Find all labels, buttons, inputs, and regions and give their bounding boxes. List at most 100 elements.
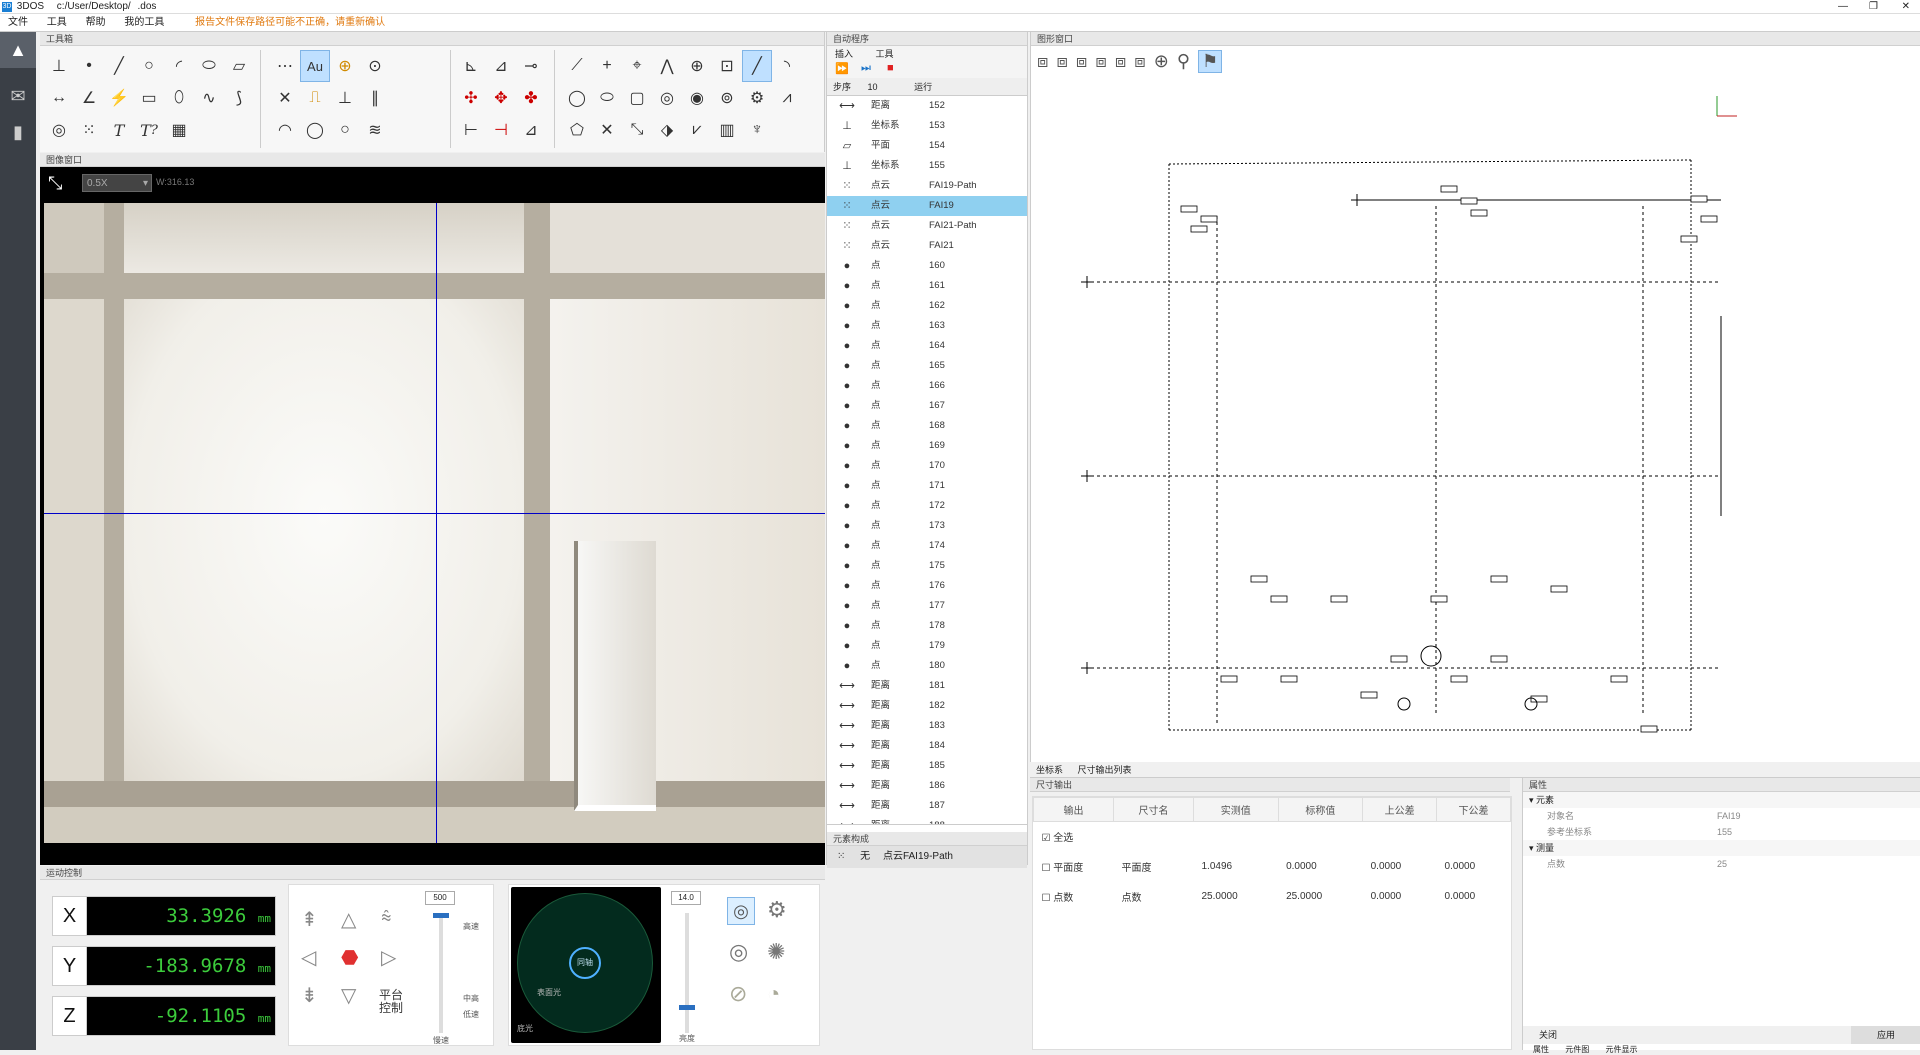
list-item[interactable]: ⟷距离188 bbox=[827, 816, 1027, 824]
row-checkbox[interactable]: ☐ 点数 bbox=[1034, 882, 1114, 912]
edge-icon[interactable]: ⎍ bbox=[300, 82, 330, 114]
list-item[interactable]: ● 点 166 bbox=[827, 376, 1027, 396]
menu-mytools[interactable]: 我的工具 bbox=[116, 14, 172, 32]
probe-icon[interactable]: ♆ bbox=[742, 114, 772, 146]
view-iso5-icon[interactable]: ⧈ bbox=[1115, 51, 1126, 72]
z-up-icon[interactable]: ⩯ bbox=[381, 907, 392, 928]
list-item[interactable]: ● 点 179 bbox=[827, 636, 1027, 656]
prop-group-element[interactable]: ▾ 元素 bbox=[1523, 792, 1920, 808]
auto-measure-icon[interactable]: Au bbox=[300, 50, 330, 82]
point-cloud-icon[interactable]: ⁙ bbox=[74, 114, 104, 146]
list-item[interactable]: ⊥ 坐标系 153 bbox=[827, 116, 1027, 136]
tag-icon[interactable]: ⬗ bbox=[652, 114, 682, 146]
up-arrow-icon[interactable]: △ bbox=[341, 907, 356, 932]
stop-icon[interactable]: ■ bbox=[887, 62, 894, 74]
zoom-search-icon[interactable]: ⚲ bbox=[1177, 51, 1190, 72]
ellipse-icon[interactable]: ⬭ bbox=[194, 50, 224, 82]
element-parts-row[interactable]: ⁙ 无 点云FAI19-Path bbox=[827, 846, 1027, 868]
circle-fit-icon[interactable]: ◯ bbox=[300, 114, 330, 146]
list-item[interactable]: ● 点 167 bbox=[827, 396, 1027, 416]
list-item[interactable]: ● 点 173 bbox=[827, 516, 1027, 536]
tab-size-output-list[interactable]: 尺寸输出列表 bbox=[1078, 765, 1132, 775]
align-o-icon[interactable]: ⊸ bbox=[516, 50, 546, 82]
point-line-icon[interactable]: ⟋ bbox=[562, 50, 592, 82]
align-s-icon[interactable]: ⊿ bbox=[486, 50, 516, 82]
list-item[interactable]: ● 点 175 bbox=[827, 556, 1027, 576]
segment-light-icon[interactable]: ⚙ bbox=[767, 897, 787, 923]
speed-slider[interactable] bbox=[433, 913, 449, 1033]
apply-button[interactable]: 应用 bbox=[1851, 1026, 1920, 1044]
speed-value-box[interactable]: 500 bbox=[425, 891, 455, 905]
circle-plus-icon[interactable]: ⊕ bbox=[682, 50, 712, 82]
angle-icon[interactable]: ∠ bbox=[74, 82, 104, 114]
list-item[interactable]: ⟷ 距离 181 bbox=[827, 676, 1027, 696]
line-measure-icon[interactable]: ╱ bbox=[742, 50, 772, 82]
right-arrow-icon[interactable]: ▷ bbox=[381, 945, 396, 970]
list-item[interactable]: ⟷ 距离 183 bbox=[827, 716, 1027, 736]
peak-icon[interactable]: ⩘ bbox=[772, 82, 802, 114]
list-item[interactable]: ● 点 176 bbox=[827, 576, 1027, 596]
list-item[interactable]: ● 点 177 bbox=[827, 596, 1027, 616]
x-cross-icon[interactable]: ✕ bbox=[592, 114, 622, 146]
hatch-icon[interactable]: ≋ bbox=[360, 114, 390, 146]
pentagon-icon[interactable]: ⬠ bbox=[562, 114, 592, 146]
coaxial-light-button[interactable]: 同轴 bbox=[569, 947, 601, 979]
perpendicular-icon[interactable]: ⊥ bbox=[330, 82, 360, 114]
down-arrow-icon[interactable]: ▽ bbox=[341, 983, 356, 1008]
table-row[interactable]: ☐ 平面度 平面度 1.0496 0.0000 0.0000 0.0000 bbox=[1034, 852, 1511, 882]
clipboard-icon[interactable]: ▮ bbox=[0, 114, 36, 150]
up-fast-icon[interactable]: ⇞ bbox=[301, 907, 318, 932]
view-iso6-icon[interactable]: ⧈ bbox=[1134, 51, 1145, 72]
run-step-icon[interactable]: ⏭ bbox=[861, 62, 871, 75]
list-item[interactable]: ⊥ 坐标系 155 bbox=[827, 156, 1027, 176]
line-icon[interactable]: ╱ bbox=[104, 50, 134, 82]
profile-icon[interactable]: ⩗ bbox=[682, 114, 712, 146]
list-item[interactable]: ● 点 165 bbox=[827, 356, 1027, 376]
arc-measure-icon[interactable]: ◝ bbox=[772, 50, 802, 82]
double-circle-icon[interactable]: ⊚ bbox=[712, 82, 742, 114]
list-item[interactable]: ● 点 161 bbox=[827, 276, 1027, 296]
coord-axis-icon[interactable]: ⊥ bbox=[44, 50, 74, 82]
list-item[interactable]: ● 点 170 bbox=[827, 456, 1027, 476]
list-item[interactable]: ⟷ 距离 182 bbox=[827, 696, 1027, 716]
list-item[interactable]: ● 点 163 bbox=[827, 316, 1027, 336]
stop-button[interactable]: ⬣ bbox=[341, 945, 358, 970]
axis-move-icon[interactable]: ⊢ bbox=[456, 114, 486, 146]
quadrant-light-icon[interactable]: ◔ bbox=[767, 981, 780, 1007]
light-slider[interactable] bbox=[679, 913, 695, 1033]
list-item[interactable]: ▱ 平面 154 bbox=[827, 136, 1027, 156]
sector-light-icon[interactable]: ✺ bbox=[767, 939, 785, 965]
axis-red-icon[interactable]: ⊣ bbox=[486, 114, 516, 146]
list-item[interactable]: ● 点 172 bbox=[827, 496, 1027, 516]
point-icon[interactable]: • bbox=[74, 50, 104, 82]
gear-icon[interactable]: ⚙ bbox=[742, 82, 772, 114]
view-iso4-icon[interactable]: ⧈ bbox=[1095, 51, 1106, 72]
view-iso1-icon[interactable]: ⧈ bbox=[1037, 51, 1048, 72]
target-icon[interactable]: ⊕ bbox=[330, 50, 360, 82]
cross-icon[interactable]: ✕ bbox=[270, 82, 300, 114]
ring-light-icon[interactable]: ◎ bbox=[727, 897, 755, 925]
rect-measure-icon[interactable]: ▢ bbox=[622, 82, 652, 114]
table-row[interactable]: ☐ 点数 点数 25.0000 25.0000 0.0000 0.0000 bbox=[1034, 882, 1511, 912]
list-item[interactable]: ● 点 171 bbox=[827, 476, 1027, 496]
menu-file[interactable]: 文件 bbox=[0, 14, 36, 32]
angled-light-icon[interactable]: ⊘ bbox=[729, 981, 747, 1007]
list-item[interactable]: ● 点 168 bbox=[827, 416, 1027, 436]
dots-icon[interactable]: ⋯ bbox=[270, 50, 300, 82]
circle-target-icon[interactable]: ⊙ bbox=[360, 50, 390, 82]
measure-mode-icon[interactable]: ▲ bbox=[0, 32, 36, 68]
menu-tools[interactable]: 工具 bbox=[39, 14, 75, 32]
circle-icon[interactable]: ○ bbox=[134, 50, 164, 82]
move-y-icon[interactable]: ✥ bbox=[486, 82, 516, 114]
filled-circle-icon[interactable]: ◉ bbox=[682, 82, 712, 114]
calculator-icon[interactable]: ▦ bbox=[164, 114, 194, 146]
list-item[interactable]: ⟷ 距离 184 bbox=[827, 736, 1027, 756]
restore-icon[interactable]: ❐ bbox=[1869, 0, 1878, 14]
message-icon[interactable]: ✉ bbox=[0, 78, 36, 114]
move-z-icon[interactable]: ✤ bbox=[516, 82, 546, 114]
run-all-icon[interactable]: ⏩ bbox=[835, 62, 849, 75]
list-item[interactable]: ⁙ 点云 FAI19 bbox=[827, 196, 1027, 216]
rectangle-icon[interactable]: ▭ bbox=[134, 82, 164, 114]
distance-icon[interactable]: ↔ bbox=[44, 82, 74, 114]
ellipse-measure-icon[interactable]: ⬭ bbox=[592, 82, 622, 114]
